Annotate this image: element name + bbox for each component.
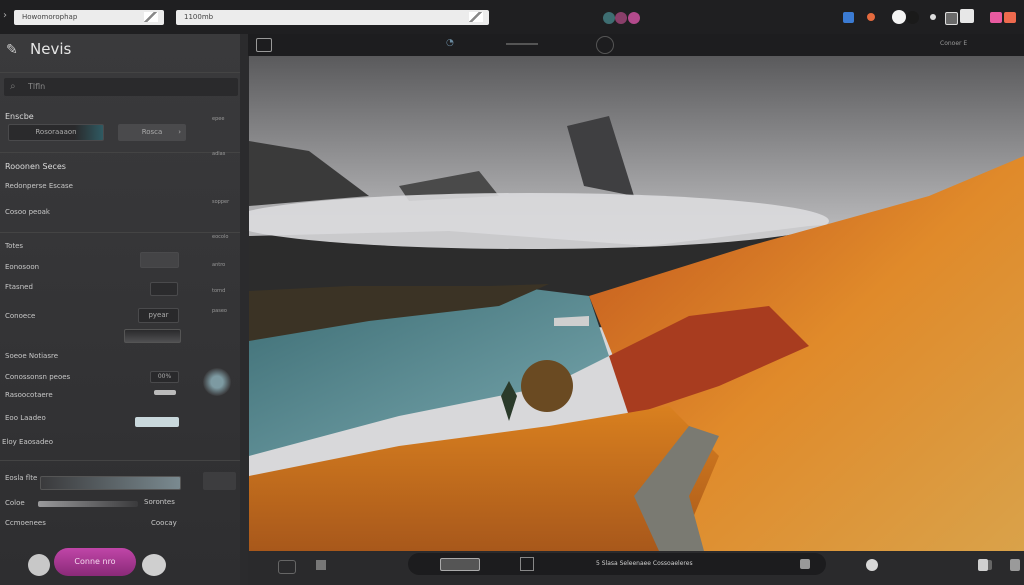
- profile-avatar-icon-3[interactable]: [628, 12, 640, 24]
- section-heading: Rooonen Seces: [5, 162, 66, 171]
- progress-bar: [135, 417, 179, 427]
- select-field-1-value: Rosoraaaon: [35, 128, 77, 136]
- thumbnail-track[interactable]: [440, 558, 480, 571]
- setting-label: Ftasned: [5, 283, 33, 291]
- select-field-1[interactable]: Rosoraaaon: [8, 124, 104, 141]
- toggle-field[interactable]: [150, 282, 178, 296]
- percent-field-value: 00%: [157, 373, 172, 380]
- column-label: sopper: [212, 199, 230, 205]
- setting-value: Coocay: [151, 519, 177, 527]
- footer-icon-2[interactable]: [316, 560, 326, 570]
- select-field-1b-value: Rosca: [141, 128, 163, 136]
- preset-field[interactable]: pyear: [138, 308, 179, 323]
- setting-label: Eonosoon: [5, 263, 40, 271]
- app-logo-icon: ✎: [6, 42, 18, 58]
- more-icon[interactable]: [1010, 559, 1020, 571]
- search-placeholder: Tlfln: [28, 82, 46, 91]
- column-label: tornd: [212, 288, 226, 294]
- stop-icon[interactable]: [800, 559, 810, 569]
- setting-label: Rasoocotaere: [5, 391, 53, 399]
- setting-label: Coloe: [5, 499, 25, 507]
- profile-avatar-icon-2[interactable]: [615, 12, 627, 24]
- window-icon[interactable]: [945, 12, 958, 25]
- setting-label: Conoece: [5, 312, 36, 320]
- canvas-header-right: Conoer E: [940, 40, 968, 47]
- settings-icon[interactable]: [978, 559, 988, 571]
- toolbar-divider: [506, 43, 538, 45]
- footer-caption: 5 Slasa Seleenaee Cossoaeleres: [596, 560, 693, 567]
- setting-label: Redonperse Escase: [5, 182, 73, 190]
- setting-label: Eosla flte: [5, 474, 38, 482]
- column-label: eocolo: [212, 234, 229, 240]
- range-slider[interactable]: [38, 501, 138, 507]
- color-wheel-icon[interactable]: [203, 368, 231, 396]
- reload-icon[interactable]: [144, 12, 158, 22]
- divider: [0, 232, 240, 233]
- address-field-2[interactable]: 1100mb: [176, 10, 489, 25]
- setting-value: Sorontes: [144, 498, 175, 506]
- select-field-1b[interactable]: Rosca ›: [118, 124, 186, 141]
- column-label: antro: [212, 262, 226, 268]
- extension-icon-pink[interactable]: [990, 12, 1002, 23]
- column-label: paseo: [212, 308, 227, 314]
- setting-label: Eoo Laadeo: [5, 414, 46, 422]
- add-layer-icon[interactable]: [28, 554, 50, 576]
- percent-field[interactable]: 00%: [150, 371, 179, 383]
- divider: [0, 152, 240, 153]
- menu-icon[interactable]: [960, 9, 974, 23]
- tree: [521, 360, 573, 412]
- setting-label: Conossonsn peoes: [5, 373, 71, 381]
- user-icon[interactable]: [142, 554, 166, 576]
- canvas-toolbar: ◔ Conoer E: [248, 34, 1024, 56]
- footer-icon[interactable]: [278, 560, 296, 574]
- primary-action-label: Conne nro: [74, 557, 116, 566]
- divider: [0, 72, 240, 73]
- value-field[interactable]: [140, 252, 179, 268]
- search-icon: ⌕: [10, 81, 16, 92]
- toggle-track-icon[interactable]: [906, 11, 919, 24]
- divider: [0, 460, 240, 461]
- extension-icon-orange[interactable]: [1004, 12, 1016, 23]
- slider-track[interactable]: [124, 329, 181, 343]
- app-title: Nevis: [30, 40, 72, 58]
- zoom-icon[interactable]: ◔: [446, 38, 454, 48]
- playback-bar: 5 Slasa Seleenaee Cossoaeleres: [408, 553, 826, 575]
- primary-action-button[interactable]: Conne nro: [54, 548, 136, 576]
- sidebar: ✎ Nevis ⌕ Tlfln Enscbe Rosoraaaon Rosca …: [0, 34, 240, 585]
- landscape-photo: [249, 56, 1024, 551]
- frame-icon[interactable]: [520, 557, 534, 571]
- address-field-2-text: 1100mb: [184, 13, 214, 21]
- search-input[interactable]: ⌕ Tlfln: [4, 78, 238, 96]
- address-field-1-text: Howomorophap: [22, 13, 78, 21]
- section-heading: Totes: [5, 242, 24, 250]
- back-icon[interactable]: ›: [3, 10, 7, 21]
- profile-avatar-icon[interactable]: [603, 12, 615, 24]
- section-heading: Soeoe Notiasre: [5, 352, 59, 360]
- extension-icon-blue[interactable]: [843, 12, 854, 23]
- preset-field-value: pyear: [148, 311, 169, 319]
- setting-label: Ccmoenees: [5, 519, 46, 527]
- play-icon[interactable]: [866, 559, 878, 571]
- column-label: adlas: [212, 151, 226, 157]
- setting-label: Cosoo peoak: [5, 208, 50, 216]
- image-icon[interactable]: [256, 38, 272, 52]
- fullscreen-icon[interactable]: [596, 36, 614, 54]
- bookmark-icon[interactable]: [469, 12, 483, 22]
- column-label: epee: [212, 116, 225, 122]
- section-heading: Eloy Eaosadeo: [2, 438, 53, 446]
- chevron-right-icon: ›: [178, 128, 181, 136]
- address-field-1[interactable]: Howomorophap: [14, 10, 164, 25]
- record-icon[interactable]: [867, 13, 875, 21]
- gradient-slider[interactable]: [40, 476, 181, 490]
- toggle-icon[interactable]: [892, 10, 906, 24]
- small-dot-icon: [930, 14, 936, 20]
- slider-handle[interactable]: [154, 390, 176, 395]
- top-bar: › Howomorophap 1100mb: [0, 0, 1024, 34]
- expand-icon[interactable]: [203, 472, 236, 490]
- clouds: [249, 193, 829, 249]
- section-heading: Enscbe: [5, 112, 34, 121]
